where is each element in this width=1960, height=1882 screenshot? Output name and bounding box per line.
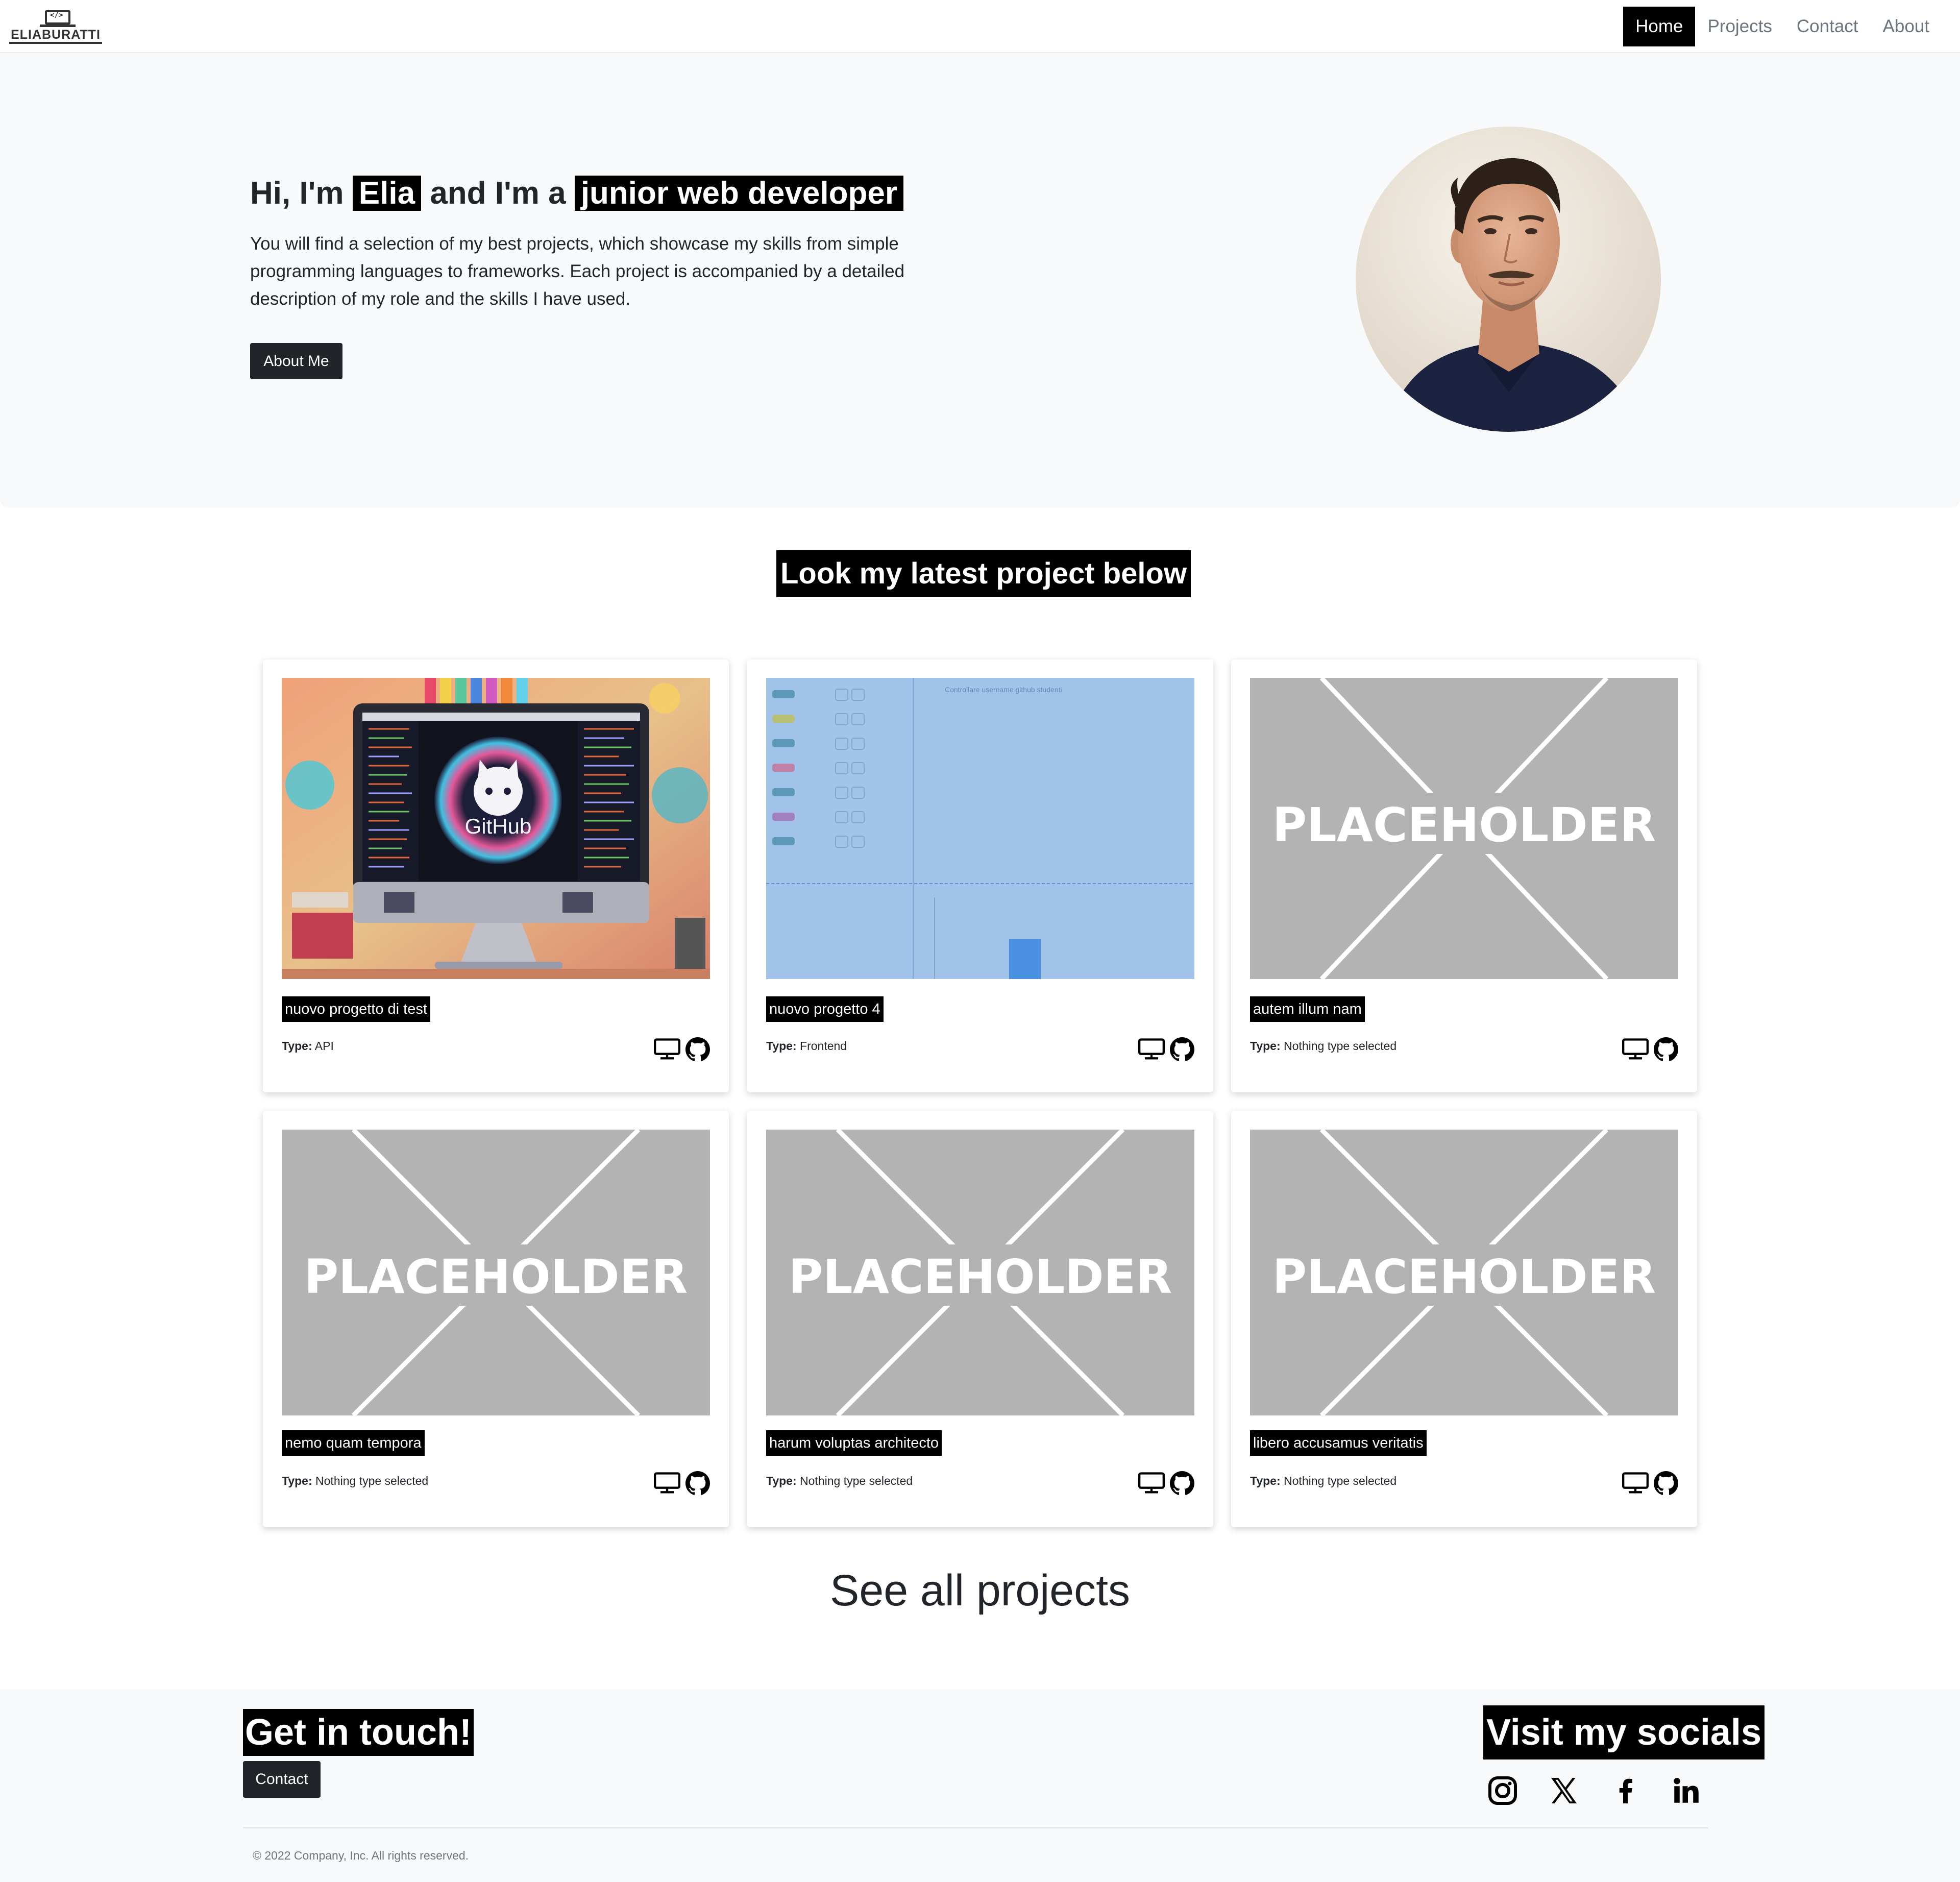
- project-thumbnail: GitHub: [282, 678, 710, 979]
- project-thumbnail: PLACEHOLDER: [1250, 678, 1678, 979]
- github-icon[interactable]: [1170, 1471, 1194, 1496]
- navbar: </> ELIABURATTI Home Projects Contact Ab…: [0, 0, 1960, 53]
- nav-about[interactable]: About: [1871, 7, 1942, 46]
- project-title[interactable]: harum voluptas architecto: [766, 1430, 942, 1456]
- copyright-text: © 2022 Company, Inc. All rights reserved…: [253, 1849, 469, 1862]
- site-logo[interactable]: </> ELIABURATTI: [9, 10, 102, 44]
- socials-heading: Visit my socials: [1483, 1705, 1765, 1759]
- project-title[interactable]: nuovo progetto di test: [282, 996, 430, 1022]
- monitor-icon[interactable]: [1138, 1472, 1165, 1495]
- facebook-icon[interactable]: [1610, 1775, 1640, 1806]
- svg-text:PLACEHOLDER: PLACEHOLDER: [1272, 798, 1656, 852]
- nav-home[interactable]: Home: [1623, 7, 1696, 46]
- project-card[interactable]: GitHub nuovo progetto di test Type: API: [263, 659, 729, 1092]
- project-links: [1622, 1471, 1678, 1496]
- project-title[interactable]: nuovo progetto 4: [766, 996, 884, 1022]
- hero-role: junior web developer: [574, 176, 903, 211]
- hero-section: Hi, I'm Elia and I'm a junior web develo…: [0, 53, 1960, 507]
- project-type: Type: Frontend: [766, 1039, 847, 1053]
- about-me-button[interactable]: About Me: [250, 343, 342, 379]
- project-links: [654, 1471, 710, 1496]
- svg-text:Controllare username github st: Controllare username github studenti: [945, 686, 1062, 694]
- project-links: [1138, 1037, 1194, 1062]
- contact-button[interactable]: Contact: [243, 1761, 321, 1798]
- monitor-icon[interactable]: [654, 1038, 680, 1061]
- hero-name: Elia: [352, 176, 422, 211]
- project-thumbnail: Controllare username github studenti: [766, 678, 1194, 979]
- nav-contact[interactable]: Contact: [1784, 7, 1871, 46]
- project-card[interactable]: PLACEHOLDER autem illum nam Type: Nothin…: [1231, 659, 1697, 1092]
- x-icon[interactable]: [1549, 1775, 1579, 1806]
- monitor-icon[interactable]: [1622, 1038, 1649, 1061]
- hero-title: Hi, I'm Elia and I'm a junior web develo…: [250, 173, 903, 214]
- project-thumbnail: PLACEHOLDER: [766, 1130, 1194, 1415]
- monitor-icon[interactable]: [1622, 1472, 1649, 1495]
- project-thumbnail: PLACEHOLDER: [282, 1130, 710, 1415]
- greeting-prefix: Hi, I'm: [250, 176, 344, 211]
- project-links: [654, 1037, 710, 1062]
- project-title[interactable]: libero accusamus veritatis: [1250, 1430, 1427, 1456]
- projects-section-title: Look my latest project below: [776, 550, 1191, 597]
- project-title[interactable]: nemo quam tempora: [282, 1430, 425, 1456]
- logo-wordmark: ELIABURATTI: [11, 28, 101, 42]
- project-card[interactable]: PLACEHOLDER nemo quam tempora Type: Noth…: [263, 1111, 729, 1527]
- profile-photo: [1356, 127, 1661, 432]
- monitor-icon[interactable]: [654, 1472, 680, 1495]
- svg-text:PLACEHOLDER: PLACEHOLDER: [304, 1250, 688, 1304]
- project-card[interactable]: Controllare username github studenti nuo…: [747, 659, 1213, 1092]
- project-card[interactable]: PLACEHOLDER harum voluptas architecto Ty…: [747, 1111, 1213, 1527]
- project-type: Type: API: [282, 1039, 334, 1053]
- github-icon[interactable]: [685, 1037, 710, 1062]
- linkedin-icon[interactable]: [1671, 1775, 1702, 1806]
- project-type: Type: Nothing type selected: [1250, 1474, 1397, 1487]
- hero-description: You will find a selection of my best pro…: [250, 234, 905, 309]
- project-links: [1138, 1471, 1194, 1496]
- project-type: Type: Nothing type selected: [766, 1474, 913, 1487]
- svg-text:GitHub: GitHub: [465, 814, 532, 838]
- project-thumbnail: PLACEHOLDER: [1250, 1130, 1678, 1415]
- footer-divider: [243, 1827, 1708, 1828]
- project-card[interactable]: PLACEHOLDER libero accusamus veritatis T…: [1231, 1111, 1697, 1527]
- github-icon[interactable]: [685, 1471, 710, 1496]
- github-icon[interactable]: [1654, 1471, 1678, 1496]
- github-icon[interactable]: [1170, 1037, 1194, 1062]
- project-type: Type: Nothing type selected: [282, 1474, 429, 1487]
- monitor-icon[interactable]: [1138, 1038, 1165, 1061]
- greeting-middle: and I'm a: [430, 176, 566, 211]
- instagram-icon[interactable]: [1487, 1775, 1518, 1806]
- see-all-projects-link[interactable]: See all projects: [0, 1566, 1960, 1616]
- svg-text:PLACEHOLDER: PLACEHOLDER: [789, 1250, 1172, 1304]
- get-in-touch-heading: Get in touch!: [243, 1709, 474, 1756]
- svg-text:PLACEHOLDER: PLACEHOLDER: [1272, 1250, 1656, 1304]
- main-nav: Home Projects Contact About: [1623, 7, 1942, 46]
- project-links: [1622, 1037, 1678, 1062]
- project-title[interactable]: autem illum nam: [1250, 996, 1365, 1022]
- nav-projects[interactable]: Projects: [1695, 7, 1784, 46]
- github-icon[interactable]: [1654, 1037, 1678, 1062]
- logo-code: </>: [50, 11, 63, 19]
- project-type: Type: Nothing type selected: [1250, 1039, 1397, 1053]
